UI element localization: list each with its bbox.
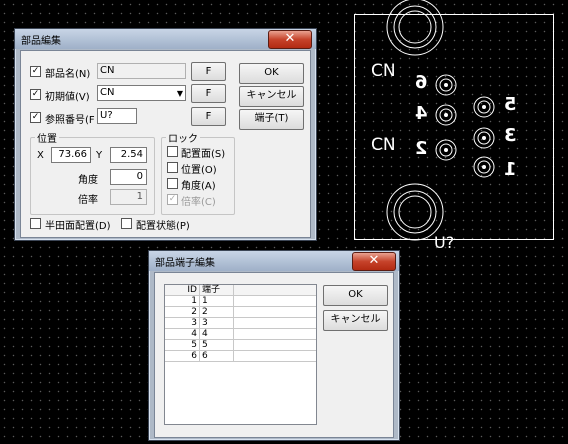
pin-number-1: 1: [504, 159, 517, 180]
part-name-field[interactable]: CN: [97, 63, 186, 79]
scale-label: 倍率: [78, 195, 98, 206]
angle-label: 角度: [78, 175, 98, 186]
part-edit-dialog: 部品編集 ✕ ✓ 部品名(N) CN F ✓ 初期値(V) CN ▼ F ✓ 参…: [14, 28, 317, 241]
close-button[interactable]: ✕: [268, 30, 312, 49]
ref-field[interactable]: U?: [97, 108, 137, 124]
grid-header-id: ID: [165, 285, 200, 296]
position-group-title: 位置: [35, 130, 59, 145]
lock-scale-checkbox: ✓: [167, 194, 178, 205]
pins-button[interactable]: 端子(T): [239, 109, 304, 130]
lock-angle-label: 角度(A): [181, 181, 216, 192]
ok-button[interactable]: OK: [239, 63, 304, 84]
pin-grid[interactable]: ID 端子 1 1 2 2 3 3 4 4 5 5 6 6: [164, 284, 317, 425]
footprint-outline: [354, 14, 554, 240]
angle-field[interactable]: 0: [110, 169, 147, 185]
scale-field: 1: [110, 189, 147, 205]
pin-number-6: 6: [415, 72, 428, 93]
pin-ok-button[interactable]: OK: [323, 285, 388, 306]
x-field[interactable]: 73.66: [51, 147, 91, 163]
pin-dialog-body: ID 端子 1 1 2 2 3 3 4 4 5 5 6 6 OK キャンセル: [154, 272, 394, 438]
grid-header-pin: 端子: [200, 285, 234, 296]
row-id: 6: [165, 351, 200, 362]
initial-value-label: 初期値(V): [45, 92, 90, 103]
half-side-checkbox[interactable]: [30, 218, 41, 229]
row-blank: [234, 307, 316, 318]
part-name-checkbox[interactable]: ✓: [30, 66, 41, 77]
pin-dialog-title: 部品端子編集: [155, 258, 215, 269]
row-blank: [234, 340, 316, 351]
row-pin[interactable]: 6: [200, 351, 234, 362]
row-id: 2: [165, 307, 200, 318]
initial-value-checkbox[interactable]: ✓: [30, 89, 41, 100]
pin-cancel-button[interactable]: キャンセル: [323, 310, 388, 331]
pin-number-3: 3: [504, 125, 517, 146]
row-pin[interactable]: 3: [200, 318, 234, 329]
pin-number-2: 2: [415, 138, 428, 159]
placement-state-checkbox[interactable]: [121, 218, 132, 229]
ref-label: 参照番号(F: [45, 115, 95, 126]
dialog-body: ✓ 部品名(N) CN F ✓ 初期値(V) CN ▼ F ✓ 参照番号(F U…: [20, 50, 311, 238]
part-name-f-button[interactable]: F: [191, 62, 226, 81]
dialog-title: 部品編集: [21, 36, 61, 47]
row-pin[interactable]: 5: [200, 340, 234, 351]
pin-number-5: 5: [504, 94, 517, 115]
initial-value-combobox[interactable]: CN ▼: [97, 85, 186, 101]
row-pin[interactable]: 4: [200, 329, 234, 340]
title-bar[interactable]: 部品編集 ✕: [15, 29, 316, 49]
silk-cn-top: CN: [371, 61, 396, 81]
row-blank: [234, 296, 316, 307]
pin-close-button[interactable]: ✕: [352, 252, 396, 271]
pad-4: [435, 104, 457, 126]
pad-2: [435, 139, 457, 161]
row-pin[interactable]: 1: [200, 296, 234, 307]
silk-cn-bottom: CN: [371, 135, 396, 155]
row-blank: [234, 329, 316, 340]
y-label: Y: [96, 150, 103, 161]
initial-value-text: CN: [100, 87, 115, 98]
mount-hole-top: [386, 0, 444, 56]
half-side-label: 半田面配置(D): [45, 221, 111, 232]
pin-number-4: 4: [415, 103, 428, 124]
row-id: 5: [165, 340, 200, 351]
row-id: 1: [165, 296, 200, 307]
pad-6: [435, 74, 457, 96]
dropdown-arrow-icon[interactable]: ▼: [177, 87, 183, 101]
lock-angle-checkbox[interactable]: [167, 178, 178, 189]
row-id: 3: [165, 318, 200, 329]
silk-ref: U?: [434, 233, 455, 252]
lock-scale-label: 倍率(C): [181, 197, 216, 208]
row-blank: [234, 351, 316, 362]
lock-group-title: ロック: [166, 130, 200, 145]
row-blank: [234, 318, 316, 329]
grid-header-blank: [234, 285, 316, 296]
part-name-label: 部品名(N): [45, 69, 91, 80]
pad-5: [473, 96, 495, 118]
ref-f-button[interactable]: F: [191, 107, 226, 126]
placement-state-label: 配置状態(P): [136, 221, 190, 232]
footprint[interactable]: CN CN 6 4 2 5 3 1 U?: [354, 0, 554, 252]
lock-position-label: 位置(O): [181, 165, 217, 176]
y-field[interactable]: 2.54: [110, 147, 147, 163]
lock-side-label: 配置面(S): [181, 149, 226, 160]
ref-checkbox[interactable]: ✓: [30, 112, 41, 123]
pin-edit-dialog: 部品端子編集 ✕ ID 端子 1 1 2 2 3 3 4 4 5 5 6 6 O…: [148, 250, 400, 441]
row-id: 4: [165, 329, 200, 340]
pad-3: [473, 127, 495, 149]
cancel-button[interactable]: キャンセル: [239, 86, 304, 107]
initial-value-f-button[interactable]: F: [191, 84, 226, 103]
row-pin[interactable]: 2: [200, 307, 234, 318]
lock-position-checkbox[interactable]: [167, 162, 178, 173]
pad-1: [473, 156, 495, 178]
pin-title-bar[interactable]: 部品端子編集 ✕: [149, 251, 399, 271]
x-label: X: [37, 150, 44, 161]
lock-side-checkbox[interactable]: [167, 146, 178, 157]
